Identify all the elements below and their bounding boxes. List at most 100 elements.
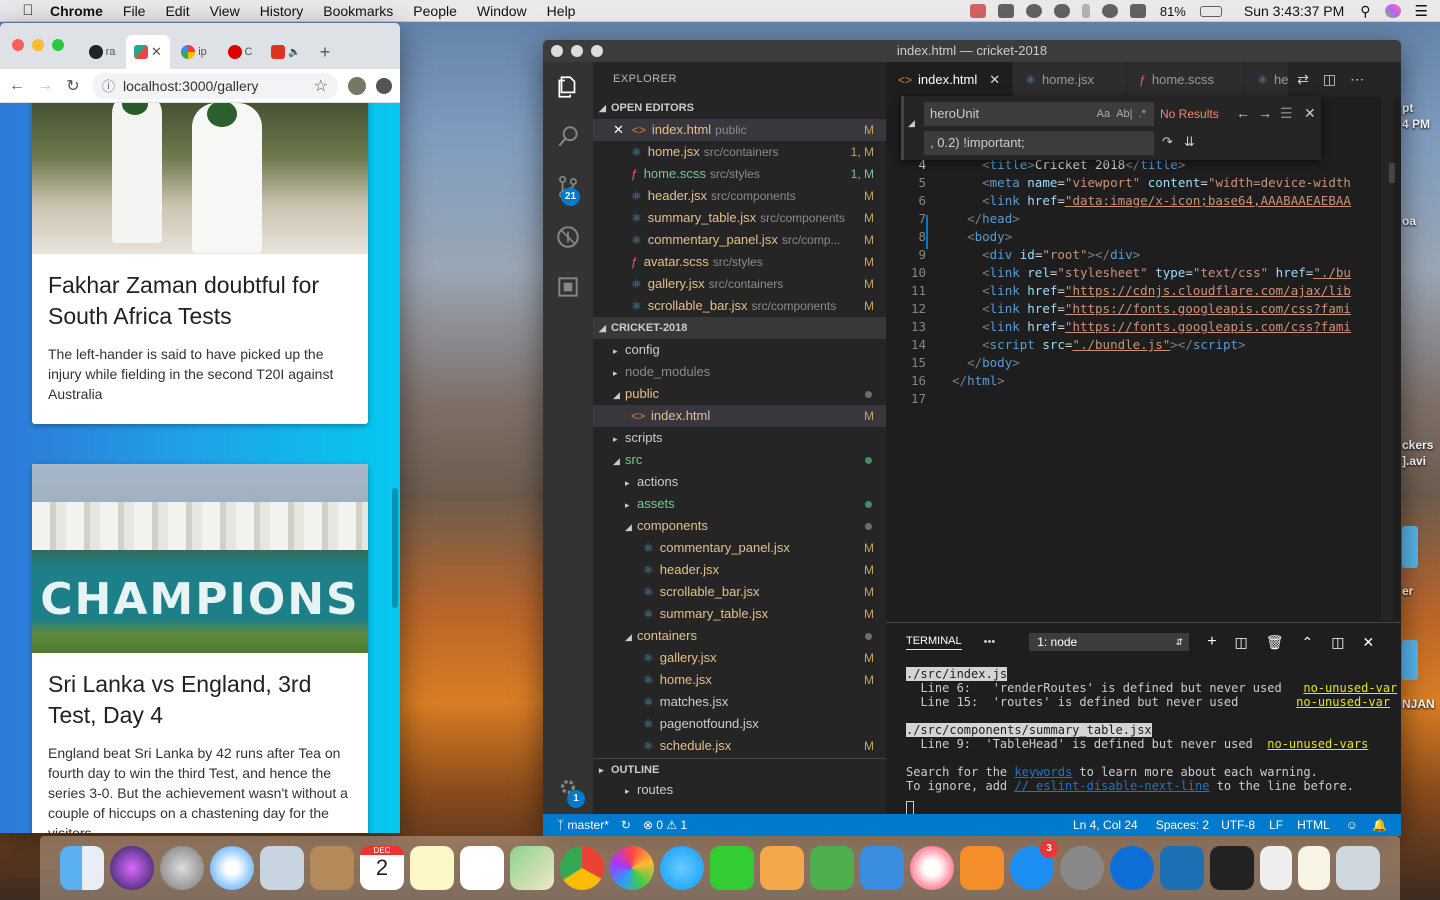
- code-line[interactable]: <link href="data:image/x-icon;base64,AAA…: [952, 193, 1351, 208]
- finder-icon[interactable]: [60, 846, 104, 890]
- branch-status[interactable]: ᛉ master*: [557, 818, 609, 832]
- tree-item[interactable]: ⚛ summary_table.jsx M: [593, 603, 886, 625]
- debug-icon[interactable]: [543, 212, 593, 262]
- feedback-icon[interactable]: ☺: [1346, 818, 1358, 832]
- find-in-selection-icon[interactable]: ☰: [1280, 105, 1293, 122]
- keynote-icon[interactable]: [860, 846, 904, 890]
- info-icon[interactable]: ⓘ: [102, 76, 115, 95]
- tree-item[interactable]: <> index.html M: [593, 405, 886, 427]
- terminal-icon[interactable]: [1210, 846, 1254, 890]
- menu-history[interactable]: History: [260, 3, 304, 19]
- tree-item[interactable]: ▸ config: [593, 339, 886, 361]
- kill-terminal-icon[interactable]: 🗑: [1266, 634, 1284, 651]
- code-line[interactable]: <link rel="stylesheet" type="text/css" h…: [952, 265, 1351, 280]
- browser-tab[interactable]: 🔈: [264, 35, 308, 69]
- mail-eagle-icon[interactable]: [260, 846, 304, 890]
- code-editor[interactable]: 1<!DOCTYPE html>2<html>3 <head>4 <title>…: [886, 97, 1401, 622]
- open-editor-item[interactable]: ⚛ header.jsx src/components M: [593, 185, 886, 207]
- close-find-icon[interactable]: ✕: [1304, 105, 1316, 122]
- contacts-icon[interactable]: [310, 846, 354, 890]
- replace-input[interactable]: , 0.2) !important;: [924, 131, 1154, 155]
- cloud-icon[interactable]: [1053, 4, 1070, 18]
- menu-bookmarks[interactable]: Bookmarks: [323, 3, 393, 19]
- desktop-file-icon[interactable]: [1402, 526, 1418, 568]
- code-line[interactable]: </body>: [952, 355, 1020, 370]
- battery-icon[interactable]: [1199, 5, 1222, 17]
- tree-item[interactable]: ◢ public: [593, 383, 886, 405]
- minimize-window-button[interactable]: [571, 45, 583, 57]
- facetime-icon[interactable]: [710, 846, 754, 890]
- tree-item[interactable]: ◢ containers: [593, 625, 886, 647]
- appstore-icon[interactable]: 3: [1010, 840, 1058, 890]
- desktop-label[interactable]: er: [1402, 584, 1413, 598]
- open-editor-item[interactable]: ⚛ summary_table.jsx src/components M: [593, 207, 886, 229]
- desktop-label[interactable]: ].avi: [1402, 454, 1426, 468]
- close-tab-icon[interactable]: ✕: [151, 44, 162, 60]
- close-window-button[interactable]: [551, 45, 563, 57]
- open-editor-item[interactable]: ✕ <> index.html public M: [593, 119, 886, 141]
- toggle-panel-icon[interactable]: ◫: [1331, 634, 1344, 651]
- extensions-icon[interactable]: [543, 262, 593, 312]
- replace-icon[interactable]: ↷: [1162, 134, 1173, 150]
- desktop-label[interactable]: NJAN: [1402, 697, 1435, 711]
- card-title[interactable]: Sri Lanka vs England, 3rd Test, Day 4: [48, 669, 352, 731]
- notifications-bell-icon[interactable]: 🔔: [1372, 818, 1387, 832]
- news-card[interactable]: CHAMPIONS Sri Lanka vs England, 3rd Test…: [32, 464, 368, 833]
- apple-menu-icon[interactable]: : [20, 2, 36, 19]
- desktop-label[interactable]: oa: [1402, 214, 1416, 228]
- menu-people[interactable]: People: [413, 3, 457, 19]
- desktop-label[interactable]: pt: [1402, 101, 1413, 115]
- tree-item[interactable]: ▸ routes: [593, 779, 886, 801]
- code-line[interactable]: <script src="./bundle.js"></script>: [952, 337, 1245, 352]
- terminal-select[interactable]: 1: node ⇵: [1029, 633, 1190, 651]
- tree-item[interactable]: ⚛ commentary_panel.jsx M: [593, 537, 886, 559]
- address-bar[interactable]: ⓘ localhost:3000/gallery ☆: [92, 72, 338, 99]
- status-app-icon[interactable]: [969, 4, 986, 18]
- zoom-window-button[interactable]: [591, 45, 603, 57]
- drive-icon[interactable]: [997, 4, 1014, 18]
- tree-item[interactable]: ▸ scripts: [593, 427, 886, 449]
- explorer-icon[interactable]: [543, 62, 593, 112]
- tree-item[interactable]: ▸ assets: [593, 493, 886, 515]
- problems-status[interactable]: ⊗ 0 ⚠ 1: [643, 818, 687, 832]
- tree-item[interactable]: ⚛ home.jsx M: [593, 669, 886, 691]
- outline-header[interactable]: ▸ OUTLINE: [593, 758, 886, 780]
- messages-icon[interactable]: [660, 846, 704, 890]
- spotlight-icon[interactable]: ⚲: [1360, 3, 1370, 20]
- menu-window[interactable]: Window: [477, 3, 527, 19]
- tree-item[interactable]: ⚛ schedule.jsx M: [593, 735, 886, 757]
- terminal-tab[interactable]: TERMINAL: [906, 635, 962, 650]
- photos-icon[interactable]: [610, 846, 654, 890]
- siri-menu-icon[interactable]: [1384, 4, 1401, 18]
- maximize-panel-icon[interactable]: ⌃: [1302, 634, 1314, 651]
- trash-icon[interactable]: [1336, 846, 1380, 890]
- split-terminal-icon[interactable]: ◫: [1235, 634, 1248, 651]
- pages-icon[interactable]: [760, 846, 804, 890]
- open-changes-icon[interactable]: ⇄: [1297, 71, 1309, 88]
- menu-help[interactable]: Help: [547, 3, 576, 19]
- toggle-replace-icon[interactable]: ◢: [908, 118, 915, 129]
- code-line[interactable]: <body>: [952, 229, 1012, 244]
- reminders-icon[interactable]: [460, 846, 504, 890]
- language-mode[interactable]: HTML: [1297, 818, 1330, 832]
- teamviewer-icon[interactable]: [1110, 846, 1154, 890]
- open-editor-item[interactable]: ⚛ commentary_panel.jsx src/comp... M: [593, 229, 886, 251]
- numbers-icon[interactable]: [810, 846, 854, 890]
- editor-tab[interactable]: ⚛ he: [1245, 62, 1290, 97]
- volume-icon[interactable]: [1129, 4, 1146, 18]
- browser-tab[interactable]: ip: [172, 35, 216, 69]
- sync-icon[interactable]: ↻: [621, 818, 631, 832]
- manage-gear-icon[interactable]: 1: [543, 762, 593, 812]
- page-scrollbar[interactable]: [392, 488, 398, 608]
- code-line[interactable]: </html>: [952, 373, 1005, 388]
- more-actions-icon[interactable]: ⋯: [1350, 71, 1364, 88]
- menu-app-name[interactable]: Chrome: [50, 3, 103, 19]
- minimize-window-button[interactable]: [32, 39, 44, 51]
- desktop-file-icon[interactable]: [1402, 640, 1418, 680]
- editor-tab-active[interactable]: <> index.html ✕: [886, 62, 1014, 97]
- ibooks-icon[interactable]: [960, 846, 1004, 890]
- browser-tab[interactable]: C: [218, 35, 262, 69]
- calendar-icon[interactable]: DEC 2: [360, 846, 404, 890]
- new-terminal-icon[interactable]: +: [1207, 633, 1216, 651]
- new-tab-button[interactable]: +: [310, 35, 340, 69]
